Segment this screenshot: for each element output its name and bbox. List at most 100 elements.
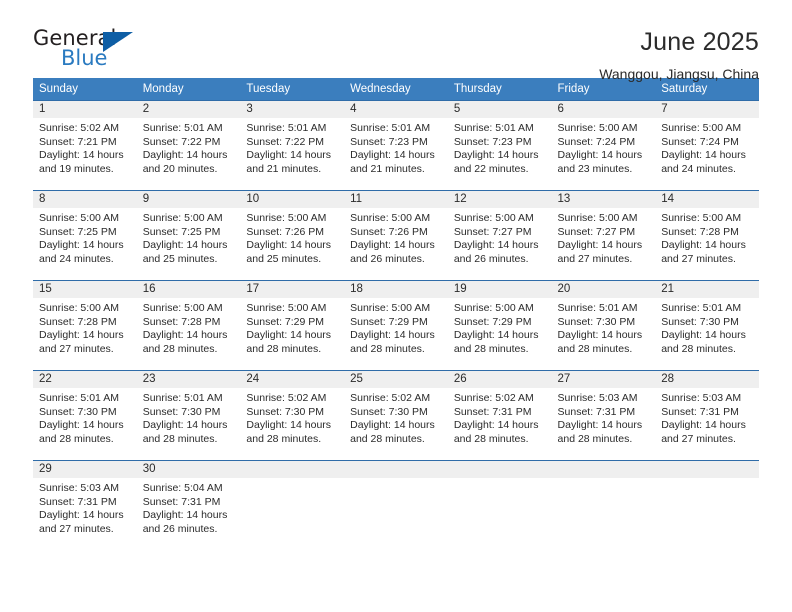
calendar-day[interactable]: 9 Sunrise: 5:00 AM Sunset: 7:25 PM Daylight… bbox=[136, 191, 241, 279]
day-detail-sunrise: Sunrise: 5:03 AM bbox=[39, 482, 119, 494]
calendar-day[interactable]: 4 Sunrise: 5:01 AM Sunset: 7:23 PM Daylight… bbox=[344, 101, 448, 189]
calendar-day[interactable]: 26 Sunrise: 5:02 AM Sunset: 7:31 PM Dayligh… bbox=[447, 371, 552, 459]
day-detail-sunset: Sunset: 7:23 PM bbox=[350, 135, 428, 148]
calendar-cell[interactable]: 27 Sunrise: 5:03 AM Sunset: 7:31 PM Dayligh… bbox=[551, 370, 656, 461]
calendar-cell[interactable]: 28 Sunrise: 5:03 AM Sunset: 7:31 PM Dayligh… bbox=[655, 370, 759, 461]
calendar-day[interactable]: 3 Sunrise: 5:01 AM Sunset: 7:22 PM Daylight… bbox=[240, 101, 345, 189]
calendar-cell[interactable]: 15 Sunrise: 5:00 AM Sunset: 7:28 PM Dayligh… bbox=[33, 280, 137, 371]
calendar-cell[interactable]: 20 Sunrise: 5:01 AM Sunset: 7:30 PM Dayligh… bbox=[551, 280, 656, 371]
calendar-day[interactable]: 14 Sunrise: 5:00 AM Sunset: 7:28 PM Dayligh… bbox=[655, 191, 759, 279]
day-detail-sunrise: Sunrise: 5:02 AM bbox=[246, 392, 327, 404]
day-detail-daylight1: Daylight: 14 hours bbox=[453, 419, 539, 432]
calendar-cell[interactable]: 17 Sunrise: 5:00 AM Sunset: 7:29 PM Dayligh… bbox=[240, 280, 345, 371]
calendar-cell[interactable]: 29 Sunrise: 5:03 AM Sunset: 7:31 PM Dayligh… bbox=[33, 460, 137, 551]
calendar-day[interactable]: 21 Sunrise: 5:01 AM Sunset: 7:30 PM Dayligh… bbox=[655, 281, 759, 369]
day-details: Sunrise: 5:01 AM Sunset: 7:22 PM Daylight:… bbox=[137, 118, 241, 176]
day-detail-daylight2: and 27 minutes. bbox=[557, 252, 633, 265]
day-details: Sunrise: 5:00 AM Sunset: 7:25 PM Daylight:… bbox=[137, 208, 241, 266]
calendar-day[interactable]: 5 Sunrise: 5:01 AM Sunset: 7:23 PM Daylight… bbox=[447, 101, 552, 189]
calendar-day[interactable]: 27 Sunrise: 5:03 AM Sunset: 7:31 PM Dayligh… bbox=[551, 371, 656, 459]
calendar-cell[interactable]: 10 Sunrise: 5:00 AM Sunset: 7:26 PM Dayligh… bbox=[240, 190, 345, 281]
calendar-cell[interactable]: 25 Sunrise: 5:02 AM Sunset: 7:30 PM Dayligh… bbox=[344, 370, 448, 461]
calendar-day[interactable]: 1 Sunrise: 5:02 AM Sunset: 7:21 PM Daylight… bbox=[33, 101, 137, 189]
calendar-day[interactable]: 10 Sunrise: 5:00 AM Sunset: 7:26 PM Dayligh… bbox=[240, 191, 345, 279]
calendar-cell[interactable] bbox=[240, 460, 345, 551]
day-detail-daylight2: and 28 minutes. bbox=[246, 342, 322, 355]
calendar-cell[interactable]: 6 Sunrise: 5:00 AM Sunset: 7:24 PM Daylight… bbox=[551, 100, 656, 191]
day-details: Sunrise: 5:03 AM Sunset: 7:31 PM Daylight:… bbox=[552, 388, 656, 446]
calendar-day[interactable]: 25 Sunrise: 5:02 AM Sunset: 7:30 PM Dayligh… bbox=[344, 371, 448, 459]
day-detail-sunrise: Sunrise: 5:03 AM bbox=[557, 392, 638, 404]
calendar-cell[interactable]: 2 Sunrise: 5:01 AM Sunset: 7:22 PM Daylight… bbox=[136, 100, 241, 191]
calendar-cell[interactable]: 5 Sunrise: 5:01 AM Sunset: 7:23 PM Daylight… bbox=[447, 100, 552, 191]
day-detail-daylight2: and 21 minutes. bbox=[246, 162, 322, 175]
calendar-day[interactable]: 17 Sunrise: 5:00 AM Sunset: 7:29 PM Dayligh… bbox=[240, 281, 345, 369]
brand-logo[interactable]: General Blue bbox=[33, 28, 153, 74]
calendar-day[interactable]: 24 Sunrise: 5:02 AM Sunset: 7:30 PM Dayligh… bbox=[240, 371, 345, 459]
day-details: Sunrise: 5:04 AM Sunset: 7:31 PM Daylight:… bbox=[137, 478, 241, 536]
calendar-cell[interactable]: 8 Sunrise: 5:00 AM Sunset: 7:25 PM Daylight… bbox=[33, 190, 137, 281]
day-detail-sunrise: Sunrise: 5:03 AM bbox=[661, 392, 742, 404]
day-details: Sunrise: 5:01 AM Sunset: 7:30 PM Daylight:… bbox=[137, 388, 241, 446]
calendar-cell[interactable]: 22 Sunrise: 5:01 AM Sunset: 7:30 PM Dayligh… bbox=[33, 370, 137, 461]
weekday-header-thursday: Thursday bbox=[447, 78, 552, 101]
calendar-cell[interactable]: 21 Sunrise: 5:01 AM Sunset: 7:30 PM Dayligh… bbox=[655, 280, 759, 371]
calendar-cell[interactable]: 30 Sunrise: 5:04 AM Sunset: 7:31 PM Dayligh… bbox=[136, 460, 241, 551]
day-detail-daylight1: Daylight: 14 hours bbox=[142, 329, 228, 342]
calendar-cell[interactable]: 16 Sunrise: 5:00 AM Sunset: 7:28 PM Dayligh… bbox=[136, 280, 241, 371]
day-detail-sunrise: Sunrise: 5:00 AM bbox=[661, 212, 742, 224]
calendar-cell[interactable] bbox=[447, 460, 552, 551]
day-details: Sunrise: 5:00 AM Sunset: 7:28 PM Daylight:… bbox=[137, 298, 241, 356]
calendar-day[interactable]: 23 Sunrise: 5:01 AM Sunset: 7:30 PM Dayligh… bbox=[136, 371, 241, 459]
calendar-cell[interactable]: 11 Sunrise: 5:00 AM Sunset: 7:26 PM Dayligh… bbox=[344, 190, 448, 281]
calendar-day[interactable]: 2 Sunrise: 5:01 AM Sunset: 7:22 PM Daylight… bbox=[136, 101, 241, 189]
calendar-day[interactable]: 15 Sunrise: 5:00 AM Sunset: 7:28 PM Dayligh… bbox=[33, 281, 137, 369]
calendar-cell[interactable]: 7 Sunrise: 5:00 AM Sunset: 7:24 PM Daylight… bbox=[655, 100, 759, 191]
calendar-cell[interactable]: 14 Sunrise: 5:00 AM Sunset: 7:28 PM Dayligh… bbox=[655, 190, 759, 281]
calendar-day[interactable]: 12 Sunrise: 5:00 AM Sunset: 7:27 PM Dayligh… bbox=[447, 191, 552, 279]
day-detail-daylight2: and 20 minutes. bbox=[142, 162, 218, 175]
day-detail-daylight1: Daylight: 14 hours bbox=[557, 239, 643, 252]
calendar-day[interactable]: 20 Sunrise: 5:01 AM Sunset: 7:30 PM Dayligh… bbox=[551, 281, 656, 369]
calendar-cell[interactable]: 23 Sunrise: 5:01 AM Sunset: 7:30 PM Dayligh… bbox=[136, 370, 241, 461]
day-details: Sunrise: 5:01 AM Sunset: 7:23 PM Daylight:… bbox=[344, 118, 448, 176]
calendar-day[interactable]: 28 Sunrise: 5:03 AM Sunset: 7:31 PM Dayligh… bbox=[655, 371, 759, 459]
calendar-day[interactable]: 7 Sunrise: 5:00 AM Sunset: 7:24 PM Daylight… bbox=[655, 101, 759, 189]
calendar-cell[interactable]: 13 Sunrise: 5:00 AM Sunset: 7:27 PM Dayligh… bbox=[551, 190, 656, 281]
calendar-cell[interactable] bbox=[551, 460, 656, 551]
calendar-cell[interactable]: 18 Sunrise: 5:00 AM Sunset: 7:29 PM Dayligh… bbox=[344, 280, 448, 371]
calendar-cell[interactable]: 4 Sunrise: 5:01 AM Sunset: 7:23 PM Daylight… bbox=[344, 100, 448, 191]
day-details: Sunrise: 5:01 AM Sunset: 7:30 PM Daylight:… bbox=[552, 298, 656, 356]
day-detail-sunset: Sunset: 7:29 PM bbox=[350, 315, 428, 328]
calendar-cell[interactable]: 9 Sunrise: 5:00 AM Sunset: 7:25 PM Daylight… bbox=[136, 190, 241, 281]
day-detail-daylight1: Daylight: 14 hours bbox=[39, 329, 124, 342]
calendar-day[interactable]: 16 Sunrise: 5:00 AM Sunset: 7:28 PM Dayligh… bbox=[136, 281, 241, 369]
day-detail-daylight2: and 26 minutes. bbox=[453, 252, 529, 265]
calendar-cell[interactable]: 12 Sunrise: 5:00 AM Sunset: 7:27 PM Dayligh… bbox=[447, 190, 552, 281]
day-detail-sunrise: Sunrise: 5:02 AM bbox=[39, 122, 119, 134]
day-detail-sunrise: Sunrise: 5:00 AM bbox=[142, 212, 223, 224]
calendar-day[interactable]: 22 Sunrise: 5:01 AM Sunset: 7:30 PM Dayligh… bbox=[33, 371, 137, 459]
calendar-day[interactable]: 19 Sunrise: 5:00 AM Sunset: 7:29 PM Dayligh… bbox=[447, 281, 552, 369]
calendar-cell[interactable]: 26 Sunrise: 5:02 AM Sunset: 7:31 PM Dayligh… bbox=[447, 370, 552, 461]
calendar-day[interactable]: 18 Sunrise: 5:00 AM Sunset: 7:29 PM Dayligh… bbox=[344, 281, 448, 369]
calendar-cell[interactable] bbox=[344, 460, 448, 551]
calendar-day[interactable]: 13 Sunrise: 5:00 AM Sunset: 7:27 PM Dayligh… bbox=[551, 191, 656, 279]
calendar-cell[interactable] bbox=[655, 460, 759, 551]
calendar-day[interactable]: 30 Sunrise: 5:04 AM Sunset: 7:31 PM Dayligh… bbox=[136, 461, 241, 549]
day-details: Sunrise: 5:02 AM Sunset: 7:21 PM Daylight:… bbox=[33, 118, 137, 176]
day-detail-sunrise: Sunrise: 5:01 AM bbox=[39, 392, 119, 404]
day-detail-daylight1: Daylight: 14 hours bbox=[350, 149, 435, 162]
calendar-day[interactable]: 11 Sunrise: 5:00 AM Sunset: 7:26 PM Dayligh… bbox=[344, 191, 448, 279]
calendar-day[interactable]: 29 Sunrise: 5:03 AM Sunset: 7:31 PM Dayligh… bbox=[33, 461, 137, 549]
calendar-cell[interactable]: 3 Sunrise: 5:01 AM Sunset: 7:22 PM Daylight… bbox=[240, 100, 345, 191]
calendar-day[interactable]: 6 Sunrise: 5:00 AM Sunset: 7:24 PM Daylight… bbox=[551, 101, 656, 189]
day-detail-sunset: Sunset: 7:28 PM bbox=[39, 315, 117, 328]
day-detail-daylight1: Daylight: 14 hours bbox=[661, 419, 746, 432]
day-detail-daylight2: and 26 minutes. bbox=[350, 252, 425, 265]
calendar-cell[interactable]: 1 Sunrise: 5:02 AM Sunset: 7:21 PM Daylight… bbox=[33, 100, 137, 191]
day-detail-sunset: Sunset: 7:31 PM bbox=[142, 495, 221, 508]
calendar-day[interactable]: 8 Sunrise: 5:00 AM Sunset: 7:25 PM Daylight… bbox=[33, 191, 137, 279]
calendar-cell[interactable]: 24 Sunrise: 5:02 AM Sunset: 7:30 PM Dayligh… bbox=[240, 370, 345, 461]
calendar-cell[interactable]: 19 Sunrise: 5:00 AM Sunset: 7:29 PM Dayligh… bbox=[447, 280, 552, 371]
